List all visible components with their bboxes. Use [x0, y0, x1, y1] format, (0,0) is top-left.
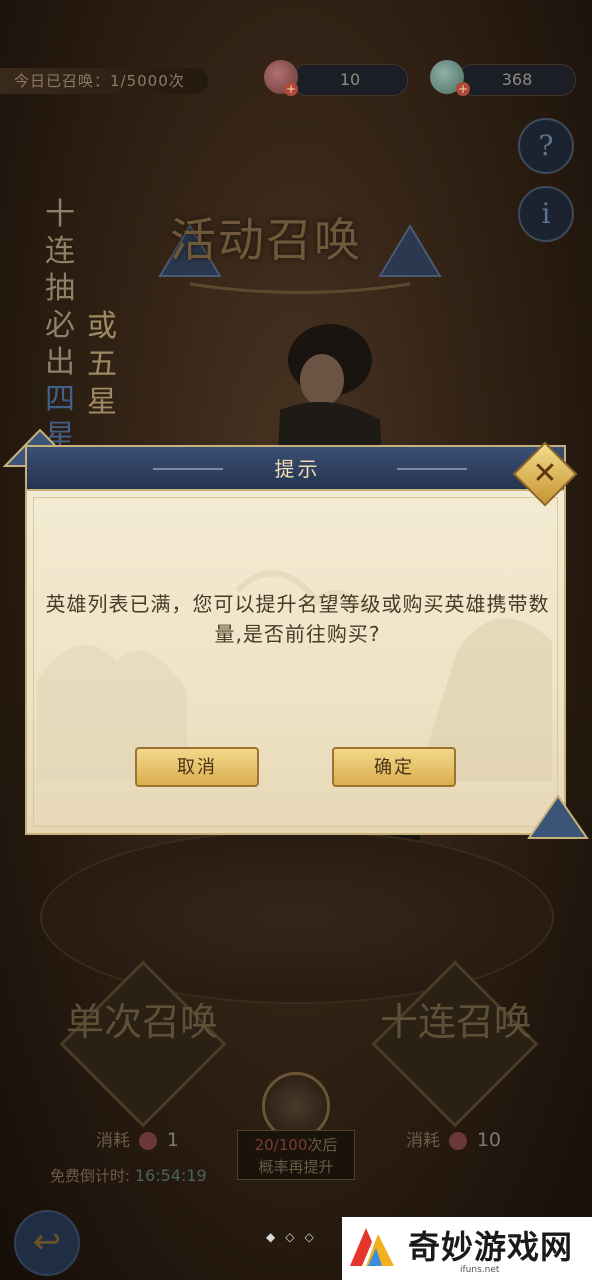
close-icon[interactable]: ✕ [522, 451, 568, 497]
scroll-amount: 10 [292, 64, 408, 96]
dialog-title: 提示 [274, 457, 321, 481]
ten-cost-value: 10 [476, 1129, 501, 1151]
single-cost-label: 消耗 [96, 1131, 130, 1151]
single-cost: 消耗 1 [96, 1126, 179, 1151]
dialog-header: 提示 [25, 445, 566, 491]
probability-progress: 20/100 [254, 1136, 308, 1154]
watermark-url: ifuns.net [460, 1265, 500, 1275]
banner-title: 活动召唤 [170, 213, 362, 267]
watermark-text: 奇妙游戏网 [408, 1228, 574, 1266]
ten-summon-button[interactable]: 十连召唤 [376, 1000, 536, 1044]
probability-suffix: 次后 [307, 1136, 338, 1154]
pager-dots: ◆◇◇ [266, 1230, 324, 1244]
scroll-icon [449, 1132, 468, 1150]
jade-amount: 368 [458, 64, 576, 96]
probability-note: 概率再提升 [258, 1158, 334, 1176]
mountain-painting [37, 570, 552, 781]
promo-text-left: 十连抽必出 四星 [38, 196, 82, 455]
ten-cost-label: 消耗 [406, 1131, 440, 1151]
dialog-message: 英雄列表已满，您可以提升名望等级或购买英雄携带数量,是否前往购买? [45, 592, 550, 646]
ten-cost: 消耗 10 [406, 1126, 501, 1151]
cancel-button[interactable]: 取消 [135, 747, 259, 787]
confirm-dialog: 提示 英雄列表已满，您可以提升名望等级或购买英雄携带数量,是否前往购买? 取消 … [25, 445, 566, 835]
confirm-button[interactable]: 确定 [332, 747, 456, 787]
add-scroll-button[interactable]: + [284, 82, 298, 96]
fan-decoration-right [527, 794, 589, 839]
free-timer-label: 免费倒计时: [50, 1167, 131, 1185]
watermark-logo [350, 1228, 394, 1266]
resource-bar: 今日已召唤：1/5000次 10 + 368 + [0, 60, 592, 98]
scroll-icon [139, 1132, 158, 1150]
dialog-body: 英雄列表已满，您可以提升名望等级或购买英雄携带数量,是否前往购买? [25, 489, 566, 835]
add-jade-button[interactable]: + [456, 82, 470, 96]
help-button[interactable]: ? [518, 118, 574, 174]
single-summon-button[interactable]: 单次召唤 [62, 1000, 222, 1044]
single-cost-value: 1 [166, 1129, 179, 1151]
free-timer: 免费倒计时: 16:54:19 [50, 1165, 207, 1186]
promo-line-1: 十连抽必出 [45, 197, 75, 380]
back-button[interactable]: ↩ [14, 1210, 80, 1276]
probability-box: 20/100次后 概率再提升 [237, 1130, 355, 1180]
info-button[interactable]: i [518, 186, 574, 242]
header-ornament-right [397, 468, 467, 470]
summon-stage [40, 830, 554, 1004]
daily-summon-count: 今日已召唤：1/5000次 [0, 68, 208, 94]
promo-text-right: 或五星 [87, 309, 117, 420]
free-timer-value: 16:54:19 [134, 1166, 207, 1185]
